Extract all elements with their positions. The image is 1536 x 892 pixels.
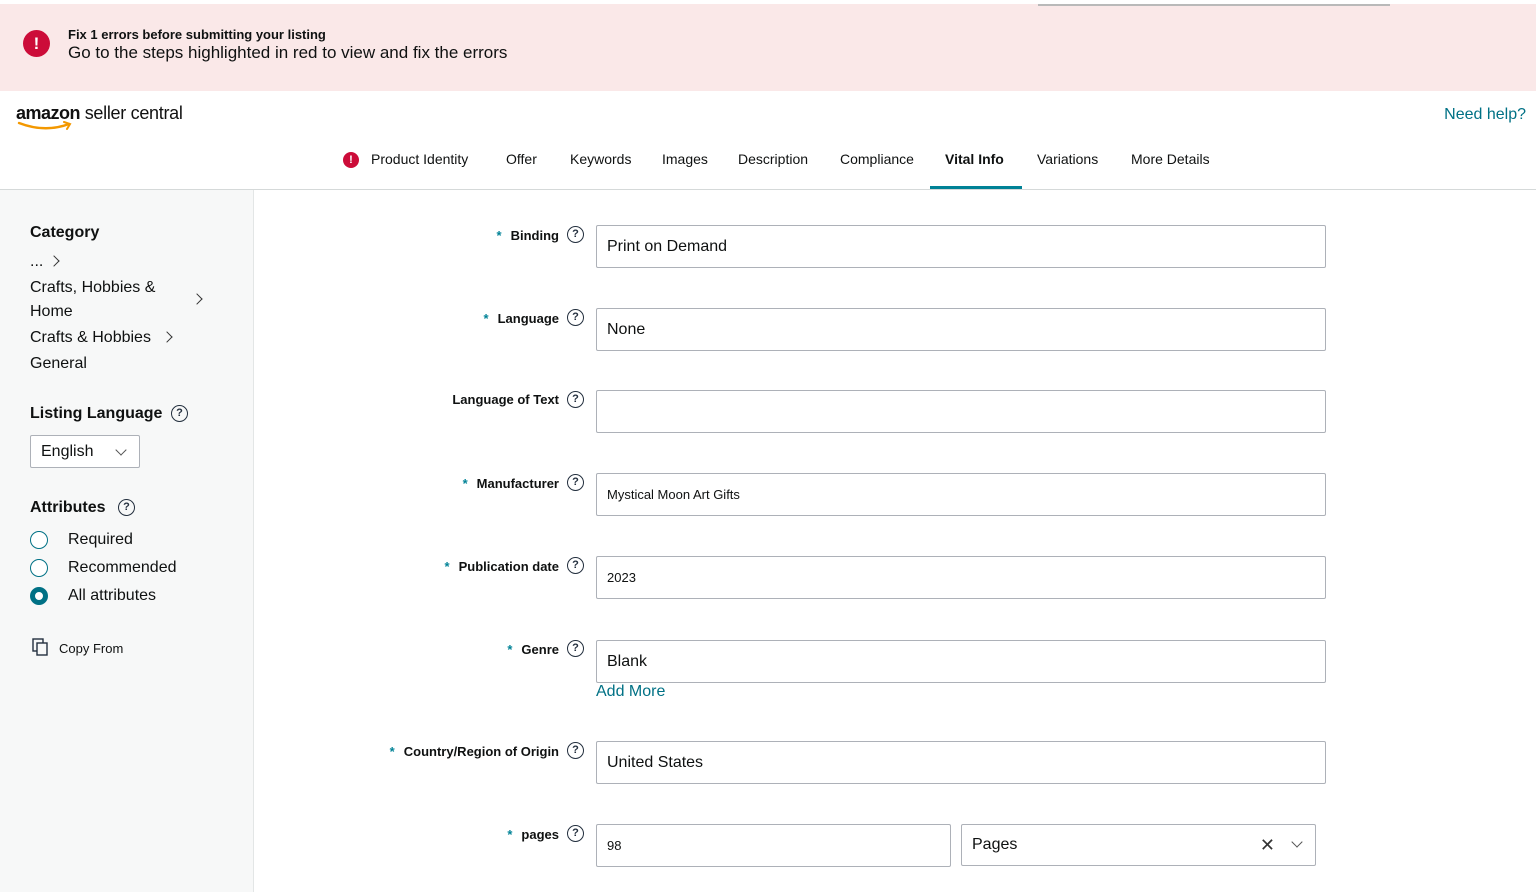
banner-title: Fix 1 errors before submitting your list…: [68, 27, 326, 42]
radio-all-attributes[interactable]: [30, 587, 48, 605]
tab-more-details[interactable]: More Details: [1116, 138, 1225, 189]
exclamation-icon: !: [23, 30, 50, 57]
radio-recommended[interactable]: [30, 559, 48, 577]
genre-label-text: Genre: [521, 642, 559, 657]
banner-top-divider: [1038, 4, 1390, 6]
tab-product-identity[interactable]: ! Product Identity: [328, 138, 483, 189]
logo-amazon-text: amazon: [16, 103, 81, 123]
required-marker: *: [389, 744, 395, 759]
breadcrumb-ellipsis[interactable]: ...: [30, 250, 43, 274]
pages-label: * pages: [507, 827, 559, 842]
binding-label: * Binding: [497, 228, 559, 243]
copy-icon[interactable]: [32, 638, 48, 656]
category-heading: Category: [30, 224, 100, 241]
manufacturer-label: * Manufacturer: [463, 476, 559, 491]
help-icon[interactable]: ?: [567, 474, 584, 491]
manufacturer-input[interactable]: [596, 473, 1326, 516]
help-icon[interactable]: ?: [567, 557, 584, 574]
banner-message: Go to the steps highlighted in red to vi…: [68, 43, 508, 62]
manufacturer-label-text: Manufacturer: [476, 476, 559, 491]
required-marker: *: [462, 476, 468, 491]
breadcrumb-general[interactable]: General: [30, 352, 87, 376]
listing-language-heading: Listing Language: [30, 405, 163, 422]
required-marker: *: [483, 311, 489, 326]
country-of-origin-input[interactable]: [596, 741, 1326, 784]
help-icon[interactable]: ?: [567, 391, 584, 408]
help-icon[interactable]: ?: [171, 405, 188, 422]
radio-required[interactable]: [30, 531, 48, 549]
listing-language-value: English: [41, 443, 94, 460]
language-label-text: Language: [497, 311, 559, 326]
chevron-right-icon: [48, 255, 60, 267]
radio-label-all-attributes[interactable]: All attributes: [68, 587, 156, 605]
required-marker: *: [507, 642, 513, 657]
genre-input[interactable]: [596, 640, 1326, 683]
breadcrumb-crafts-hobbies-home-line2[interactable]: Home: [30, 300, 73, 324]
help-icon[interactable]: ?: [567, 640, 584, 657]
listing-language-select[interactable]: English: [30, 435, 140, 468]
help-icon[interactable]: ?: [567, 825, 584, 842]
tab-label: Product Identity: [371, 151, 469, 167]
chevron-right-icon: [191, 293, 203, 305]
pages-unit-value: Pages: [972, 836, 1018, 853]
chevron-down-icon: [1291, 836, 1303, 848]
breadcrumb-crafts-hobbies-home[interactable]: Crafts, Hobbies &: [30, 276, 155, 300]
pages-input[interactable]: [596, 824, 951, 867]
tab-variations[interactable]: Variations: [1022, 138, 1113, 189]
tab-images[interactable]: Images: [647, 138, 723, 189]
help-icon[interactable]: ?: [118, 499, 135, 516]
tab-keywords[interactable]: Keywords: [555, 138, 646, 189]
help-icon[interactable]: ?: [567, 226, 584, 243]
radio-label-required[interactable]: Required: [68, 531, 133, 549]
breadcrumb-crafts-hobbies[interactable]: Crafts & Hobbies: [30, 326, 151, 350]
tab-vital-info[interactable]: Vital Info: [930, 138, 1022, 189]
step-tabs: ! Product Identity Offer Keywords Images …: [0, 138, 1536, 190]
binding-label-text: Binding: [510, 228, 559, 243]
required-marker: *: [507, 827, 513, 842]
chevron-right-icon: [161, 331, 173, 343]
clear-icon[interactable]: ✕: [1260, 825, 1275, 865]
tab-offer[interactable]: Offer: [491, 138, 552, 189]
copy-from-link[interactable]: Copy From: [59, 641, 123, 656]
required-marker: *: [496, 228, 502, 243]
tab-error-icon: !: [343, 152, 359, 168]
language-label: * Language: [484, 311, 559, 326]
amazon-seller-central-logo[interactable]: amazon seller central: [16, 103, 183, 133]
country-of-origin-label: * Country/Region of Origin: [390, 744, 559, 759]
required-marker: *: [444, 559, 450, 574]
help-icon[interactable]: ?: [567, 742, 584, 759]
need-help-link[interactable]: Need help?: [1444, 106, 1526, 124]
language-input[interactable]: [596, 308, 1326, 351]
genre-label: * Genre: [507, 642, 559, 657]
error-banner: ! Fix 1 errors before submitting your li…: [0, 4, 1536, 91]
pages-unit-select[interactable]: Pages ✕: [961, 824, 1316, 866]
country-of-origin-label-text: Country/Region of Origin: [403, 744, 559, 759]
chevron-down-icon: [115, 444, 127, 456]
radio-label-recommended[interactable]: Recommended: [68, 559, 177, 577]
amazon-smile-icon: [17, 121, 72, 130]
publication-date-label-text: Publication date: [458, 559, 559, 574]
tab-description[interactable]: Description: [723, 138, 823, 189]
logo-seller-central-text: seller central: [80, 103, 183, 123]
publication-date-input[interactable]: [596, 556, 1326, 599]
help-icon[interactable]: ?: [567, 309, 584, 326]
language-of-text-input[interactable]: [596, 390, 1326, 433]
add-more-link[interactable]: Add More: [596, 683, 665, 701]
sidebar: Category ... Crafts, Hobbies & Home Craf…: [0, 190, 254, 892]
binding-input[interactable]: [596, 225, 1326, 268]
tab-compliance[interactable]: Compliance: [825, 138, 929, 189]
attributes-heading: Attributes: [30, 499, 106, 516]
publication-date-label: * Publication date: [445, 559, 559, 574]
pages-label-text: pages: [521, 827, 559, 842]
language-of-text-label: Language of Text: [452, 392, 559, 407]
